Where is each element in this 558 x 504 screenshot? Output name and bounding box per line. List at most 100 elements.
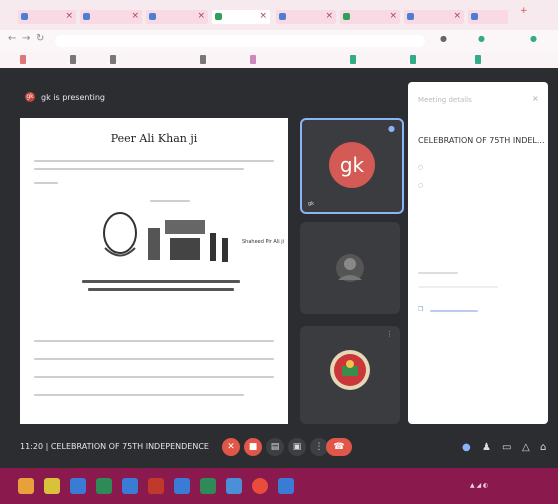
bookmark-icon[interactable]	[410, 55, 416, 64]
taskbar-app-icon[interactable]	[278, 478, 294, 494]
portrait-caption: Shaheed Pir Ali ji	[242, 239, 284, 245]
meeting-title: CELEBRATION OF 75TH INDEL...	[418, 136, 545, 145]
bookmarks-bar	[0, 52, 558, 69]
quote-line	[82, 280, 240, 283]
mic-off-icon[interactable]: ✕	[222, 438, 240, 456]
bookmark-icon[interactable]	[200, 55, 206, 64]
extension-icon[interactable]: ●	[440, 34, 447, 43]
text-line	[34, 182, 58, 184]
close-tab-icon[interactable]: ×	[131, 11, 139, 21]
meeting-name: CELEBRATION OF 75TH INDEPENDENCE	[50, 442, 209, 451]
browser-tab[interactable]: ×	[146, 10, 208, 24]
portrait-image	[90, 208, 240, 268]
info-icon[interactable]: ●	[462, 442, 471, 453]
link-icon: ○	[418, 182, 424, 189]
copy-icon[interactable]: ❐	[418, 306, 423, 313]
present-icon[interactable]: ▣	[288, 438, 306, 456]
browser-tab[interactable]: ×	[80, 10, 142, 24]
participant-name: gk	[308, 201, 315, 207]
browser-tab[interactable]: ×	[404, 10, 464, 24]
tab-favicon-icon	[149, 13, 156, 20]
text-line	[34, 376, 274, 378]
taskbar-app-icon[interactable]	[148, 478, 164, 494]
taskbar-app-icon[interactable]	[122, 478, 138, 494]
taskbar-app-icon[interactable]	[174, 478, 190, 494]
camera-off-icon[interactable]: ■	[244, 438, 262, 456]
participant-tile[interactable]: ⋮	[300, 326, 400, 424]
bookmark-icon[interactable]	[110, 55, 116, 64]
chat-icon[interactable]: ▭	[502, 442, 511, 453]
bookmark-icon[interactable]	[250, 55, 256, 64]
new-tab-icon[interactable]: +	[520, 6, 528, 16]
text-line	[34, 160, 274, 162]
close-tab-icon[interactable]: ×	[453, 11, 461, 21]
meet-favicon-icon	[215, 13, 222, 20]
participant-tile-presenter[interactable]: gk ● gk	[300, 118, 404, 214]
back-icon[interactable]: ←	[8, 33, 16, 44]
tab-favicon-icon	[83, 13, 90, 20]
taskbar-app-icon[interactable]	[70, 478, 86, 494]
browser-tab[interactable]: ×	[18, 10, 76, 24]
tab-favicon-icon	[343, 13, 350, 20]
browser-tab[interactable]: ×	[276, 10, 336, 24]
activities-icon[interactable]: △	[522, 442, 530, 453]
people-icon[interactable]: ♟	[482, 442, 491, 453]
participant-video-icon	[336, 254, 364, 282]
presentation-stage[interactable]: Peer Ali Khan ji Shaheed Pir Ali ji	[20, 118, 288, 424]
profile-icon[interactable]: ●	[530, 34, 537, 43]
more-options-icon[interactable]: ⋮	[386, 330, 393, 338]
browser-tab[interactable]	[468, 10, 508, 24]
meeting-details-panel: Meeting details × CELEBRATION OF 75TH IN…	[408, 82, 548, 424]
close-panel-icon[interactable]: ×	[532, 94, 539, 103]
browser-address-bar: ← → ↻ ● ● ●	[0, 30, 558, 52]
extension-icon[interactable]: ●	[478, 34, 485, 43]
bookmark-icon[interactable]	[475, 55, 481, 64]
text-line	[418, 272, 458, 274]
meeting-time: 11:20	[20, 442, 44, 451]
start-icon[interactable]	[18, 478, 34, 494]
tab-favicon-icon	[471, 13, 478, 20]
browser-tab[interactable]: ×	[340, 10, 400, 24]
meeting-controls-bar: 11:20 | CELEBRATION OF 75TH INDEPENDENCE…	[0, 428, 558, 468]
tab-favicon-icon	[407, 13, 414, 20]
os-taskbar: ▲ ◢ ◐	[0, 468, 558, 504]
text-line	[34, 358, 274, 360]
close-tab-icon[interactable]: ×	[389, 11, 397, 21]
text-line	[34, 340, 274, 342]
text-line	[34, 168, 244, 170]
close-tab-icon[interactable]: ×	[197, 11, 205, 21]
captions-icon[interactable]: ▤	[266, 438, 284, 456]
panel-header: Meeting details	[418, 96, 472, 104]
reload-icon[interactable]: ↻	[36, 33, 44, 44]
bookmark-icon[interactable]	[70, 55, 76, 64]
bookmark-icon[interactable]	[350, 55, 356, 64]
taskbar-app-icon[interactable]	[96, 478, 112, 494]
end-call-icon[interactable]: ☎	[326, 438, 352, 456]
copy-link-text[interactable]	[430, 310, 478, 312]
slide-quote	[82, 280, 240, 291]
taskbar-app-icon[interactable]	[200, 478, 216, 494]
text-line	[418, 286, 498, 288]
url-field[interactable]	[55, 35, 425, 47]
tab-favicon-icon	[279, 13, 286, 20]
close-tab-icon[interactable]: ×	[259, 11, 267, 21]
lock-icon[interactable]: ⌂	[540, 442, 546, 453]
quote-line	[88, 288, 234, 291]
info-icon: ○	[418, 164, 424, 171]
presenting-avatar-icon: gk	[25, 92, 35, 102]
close-tab-icon[interactable]: ×	[325, 11, 333, 21]
presenting-label: gk is presenting	[41, 92, 105, 102]
slide-title: Peer Ali Khan ji	[110, 132, 198, 145]
participant-tile[interactable]	[300, 222, 400, 314]
taskbar-app-icon[interactable]	[226, 478, 242, 494]
chrome-icon[interactable]	[252, 478, 268, 494]
forward-icon[interactable]: →	[22, 33, 30, 44]
browser-tab-bar: × × × × × × × +	[0, 0, 558, 30]
text-line	[150, 200, 190, 202]
close-tab-icon[interactable]: ×	[65, 11, 73, 21]
taskbar-app-icon[interactable]	[44, 478, 60, 494]
browser-tab-active[interactable]: ×	[212, 10, 270, 24]
bookmark-icon[interactable]	[20, 55, 26, 64]
system-tray[interactable]: ▲ ◢ ◐	[470, 482, 488, 489]
speaking-indicator-icon: ●	[388, 124, 395, 133]
